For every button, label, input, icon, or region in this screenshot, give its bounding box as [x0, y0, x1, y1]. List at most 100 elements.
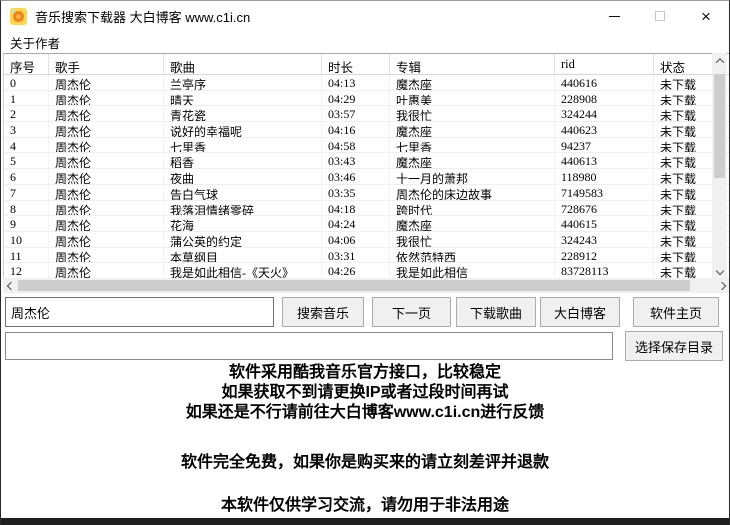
chevron-left-icon	[6, 281, 14, 289]
cell-index: 0	[4, 75, 49, 90]
table-row[interactable]: 7周杰伦告白气球03:35周杰伦的床边故事7149583未下载	[4, 185, 729, 201]
table-row[interactable]: 8周杰伦我落泪情绪零碎04:18跨时代728676未下载	[4, 201, 729, 217]
cell-index: 3	[4, 122, 49, 137]
table-row[interactable]: 9周杰伦花海04:24魔杰座440615未下载	[4, 216, 729, 232]
column-header-singer[interactable]: 歌手	[49, 54, 164, 74]
cell-duration: 04:26	[322, 263, 390, 278]
cell-song: 花海	[164, 216, 322, 231]
cell-status: 未下载	[654, 201, 714, 216]
cell-duration: 03:35	[322, 185, 390, 200]
cell-duration: 04:16	[322, 122, 390, 137]
cell-song: 晴天	[164, 91, 322, 106]
cell-album: 周杰伦的床边故事	[390, 185, 555, 200]
cell-duration: 04:24	[322, 216, 390, 231]
column-header-rid[interactable]: rid	[555, 54, 654, 74]
cell-rid: 324244	[555, 106, 654, 121]
cell-index: 8	[4, 201, 49, 216]
maximize-icon	[655, 11, 665, 21]
window-bottom-border	[1, 518, 729, 525]
cell-song: 告白气球	[164, 185, 322, 200]
note-line-4: 软件完全免费，如果你是购买来的请立刻差评并退款	[1, 453, 729, 473]
cell-album: 我是如此相信	[390, 263, 555, 278]
cell-rid: 118980	[555, 169, 654, 184]
cell-song: 七里香	[164, 138, 322, 153]
software-homepage-button[interactable]: 软件主页	[633, 297, 719, 327]
cell-album: 我很忙	[390, 106, 555, 121]
cell-song: 我是如此相信-《天火》	[164, 263, 322, 278]
window-controls: ×	[591, 1, 729, 31]
cell-album: 魔杰座	[390, 216, 555, 231]
cell-duration: 04:58	[322, 138, 390, 153]
cell-rid: 94237	[555, 138, 654, 153]
blog-button[interactable]: 大白博客	[540, 297, 620, 327]
cell-singer: 周杰伦	[49, 232, 164, 247]
cell-song: 夜曲	[164, 169, 322, 184]
column-header-duration[interactable]: 时长	[322, 54, 390, 74]
table-row[interactable]: 0周杰伦兰亭序04:13魔杰座440616未下载	[4, 75, 729, 91]
table-row[interactable]: 1周杰伦晴天04:29叶惠美228908未下载	[4, 91, 729, 107]
cell-status: 未下载	[654, 169, 714, 184]
table-row[interactable]: 4周杰伦七里香04:58七里香94237未下载	[4, 138, 729, 154]
vertical-scrollbar[interactable]	[712, 53, 727, 278]
cell-rid: 440623	[555, 122, 654, 137]
search-music-button[interactable]: 搜索音乐	[282, 297, 364, 327]
cell-singer: 周杰伦	[49, 248, 164, 263]
app-icon-dot	[12, 10, 15, 13]
cell-singer: 周杰伦	[49, 201, 164, 216]
cell-status: 未下载	[654, 232, 714, 247]
cell-album: 十一月的萧邦	[390, 169, 555, 184]
table-row[interactable]: 6周杰伦夜曲03:46十一月的萧邦118980未下载	[4, 169, 729, 185]
table-row[interactable]: 10周杰伦蒲公英的约定04:06我很忙324243未下载	[4, 232, 729, 248]
column-header-status[interactable]: 状态	[654, 54, 714, 74]
table-row[interactable]: 12周杰伦我是如此相信-《天火》04:26我是如此相信83728113未下载	[4, 263, 729, 278]
cell-singer: 周杰伦	[49, 263, 164, 278]
scroll-right-button[interactable]	[714, 278, 729, 293]
cell-duration: 03:57	[322, 106, 390, 121]
chevron-right-icon	[717, 281, 725, 289]
cell-duration: 03:43	[322, 153, 390, 168]
table-row[interactable]: 3周杰伦说好的幸福呢04:16魔杰座440623未下载	[4, 122, 729, 138]
horizontal-scrollbar[interactable]	[3, 278, 729, 293]
cell-song: 兰亭序	[164, 75, 322, 90]
scroll-down-button[interactable]	[712, 263, 727, 278]
table-row[interactable]: 11周杰伦本草纲目03:31依然范特西228912未下载	[4, 248, 729, 264]
scroll-up-button[interactable]	[712, 53, 727, 68]
cell-status: 未下载	[654, 106, 714, 121]
chevron-down-icon	[715, 266, 723, 274]
note-line-1: 软件采用酷我音乐官方接口，比较稳定	[1, 363, 729, 383]
cell-index: 1	[4, 91, 49, 106]
save-directory-input[interactable]	[5, 332, 613, 360]
app-icon	[10, 8, 27, 25]
table-row[interactable]: 5周杰伦稻香03:43魔杰座440613未下载	[4, 153, 729, 169]
menu-about-author[interactable]: 关于作者	[10, 33, 60, 52]
minimize-button[interactable]	[591, 1, 637, 31]
cell-singer: 周杰伦	[49, 75, 164, 90]
column-header-index[interactable]: 序号	[4, 54, 49, 74]
cell-status: 未下载	[654, 216, 714, 231]
column-header-album[interactable]: 专辑	[390, 54, 555, 74]
close-button[interactable]: ×	[683, 1, 729, 31]
table-body: 0周杰伦兰亭序04:13魔杰座440616未下载1周杰伦晴天04:29叶惠美22…	[4, 75, 729, 278]
cell-singer: 周杰伦	[49, 216, 164, 231]
cell-rid: 228912	[555, 248, 654, 263]
note-line-3: 如果还是不行请前往大白博客www.c1i.cn进行反馈	[1, 403, 729, 423]
cell-singer: 周杰伦	[49, 185, 164, 200]
horizontal-scrollbar-thumb[interactable]	[18, 280, 690, 291]
choose-save-directory-button[interactable]: 选择保存目录	[625, 331, 723, 361]
scroll-left-button[interactable]	[3, 278, 18, 293]
cell-album: 魔杰座	[390, 153, 555, 168]
download-song-button[interactable]: 下载歌曲	[456, 297, 536, 327]
table-row[interactable]: 2周杰伦青花瓷03:57我很忙324244未下载	[4, 106, 729, 122]
song-table: 序号 歌手 歌曲 时长 专辑 rid 状态 0周杰伦兰亭序04:13魔杰座440…	[3, 53, 729, 278]
column-header-song[interactable]: 歌曲	[164, 54, 322, 74]
note-line-2: 如果获取不到请更换IP或者过段时间再试	[1, 383, 729, 403]
cell-status: 未下载	[654, 138, 714, 153]
search-input[interactable]	[5, 297, 274, 327]
title-bar[interactable]: 音乐搜索下载器 大白博客 www.c1i.cn ×	[1, 1, 729, 31]
cell-song: 蒲公英的约定	[164, 232, 322, 247]
maximize-button	[637, 1, 683, 31]
next-page-button[interactable]: 下一页	[372, 297, 451, 327]
vertical-scrollbar-thumb[interactable]	[714, 74, 725, 178]
cell-album: 魔杰座	[390, 122, 555, 137]
cell-album: 依然范特西	[390, 248, 555, 263]
